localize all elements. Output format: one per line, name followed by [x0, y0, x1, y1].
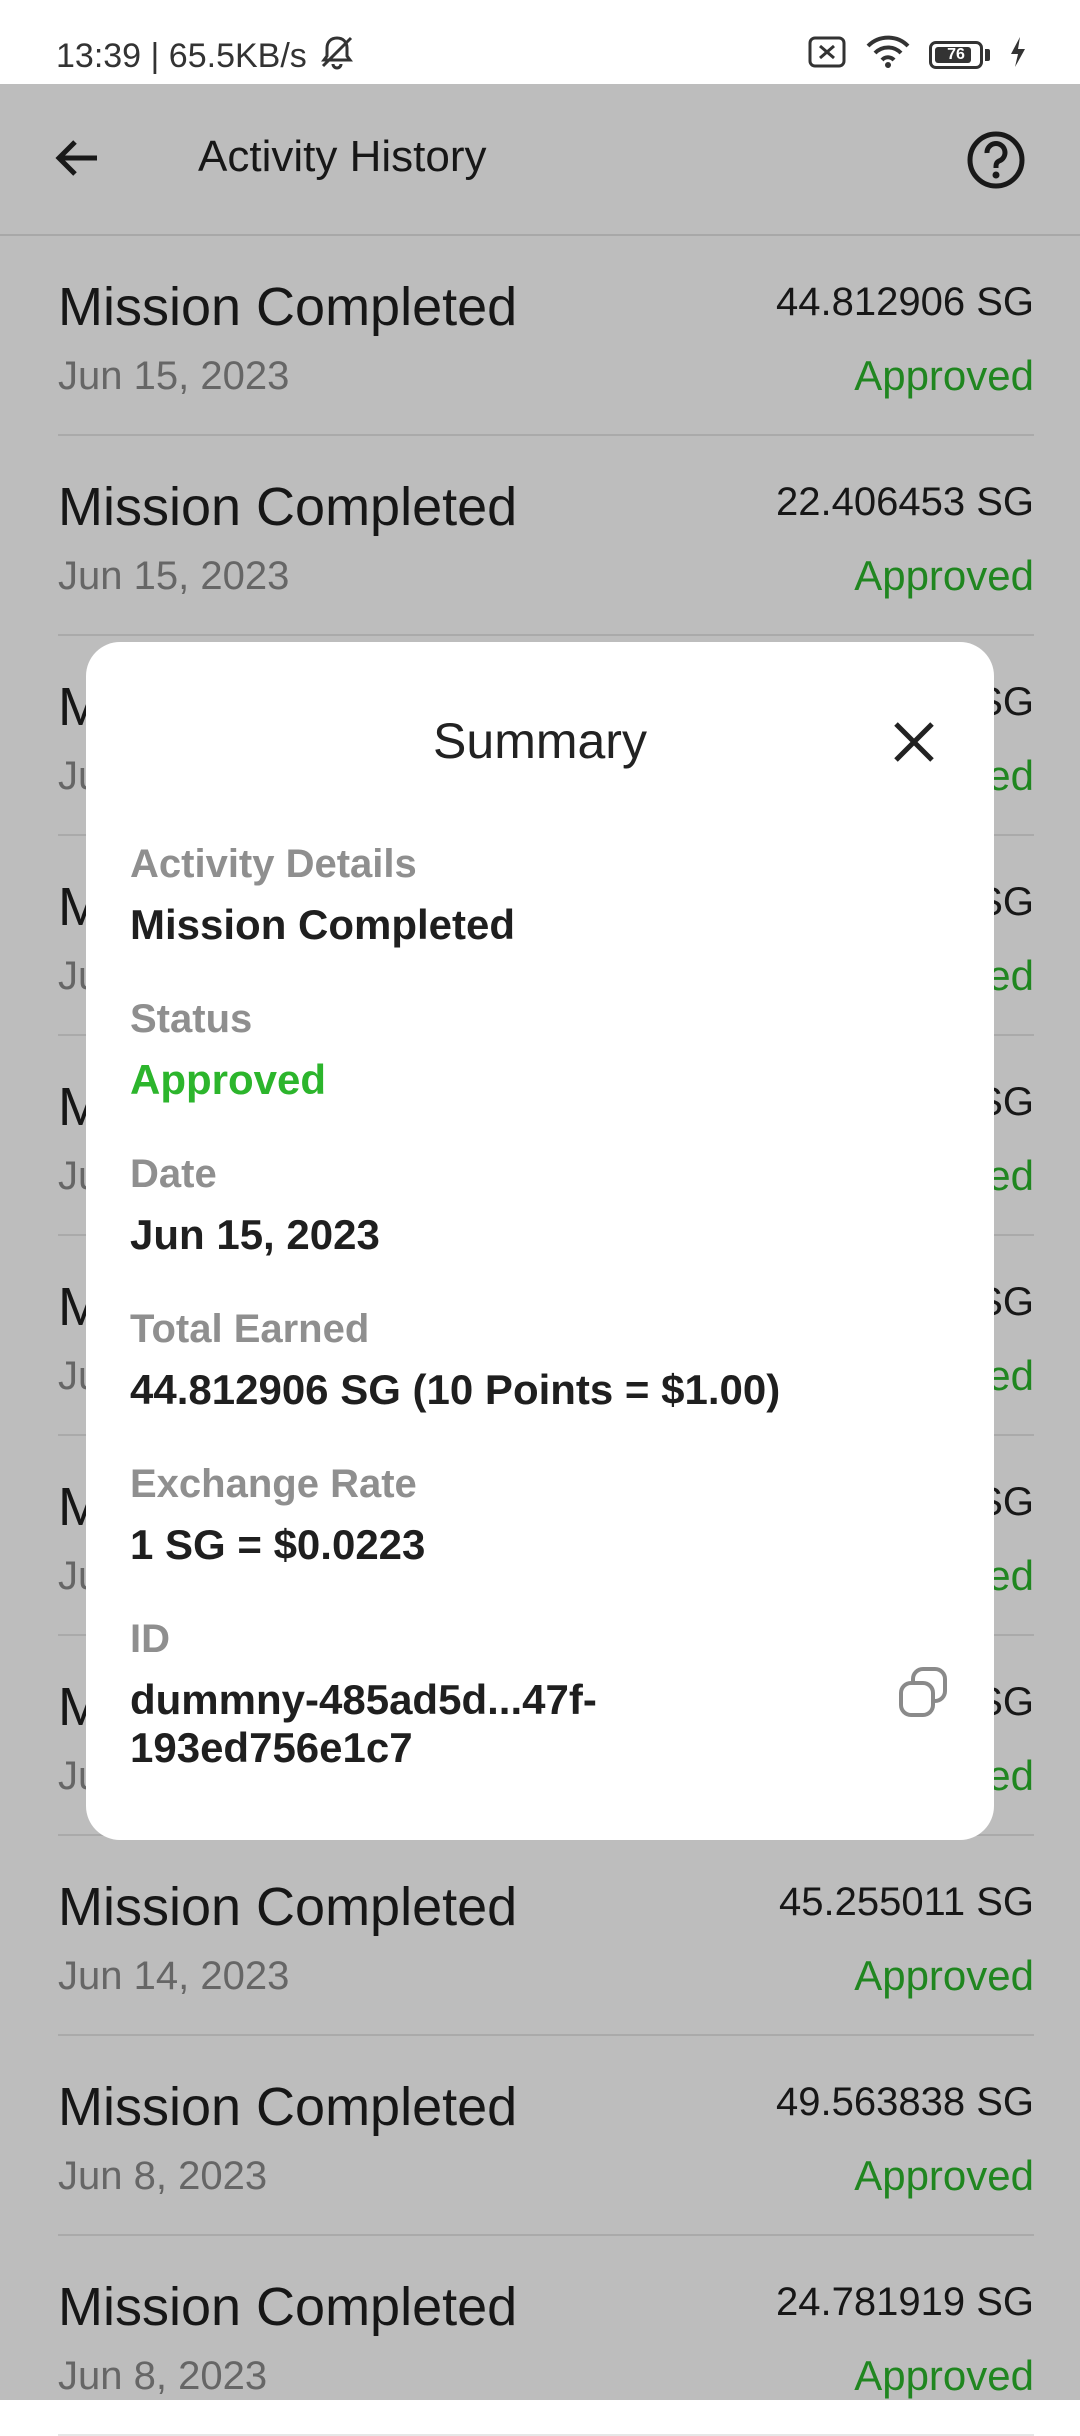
activity-details-value: Mission Completed	[130, 901, 516, 948]
total-earned-value: 44.812906 SG (10 Points = $1.00)	[130, 1366, 781, 1413]
total-earned-label: Total Earned	[130, 1307, 370, 1351]
status-time: 13:39 | 65.5KB/s	[56, 37, 307, 75]
close-button[interactable]	[884, 712, 944, 772]
id-value: dummny-485ad5d...47f-193ed756e1c7	[130, 1676, 597, 1771]
mute-icon	[317, 32, 357, 81]
date-value: Jun 15, 2023	[130, 1211, 380, 1258]
id-field: ID dummny-485ad5d...47f-193ed756e1c7	[130, 1617, 864, 1772]
date-label: Date	[130, 1152, 217, 1196]
status-value: Approved	[130, 1056, 327, 1103]
total-earned-field: Total Earned 44.812906 SG (10 Points = $…	[130, 1307, 954, 1414]
sim-off-icon	[807, 35, 847, 74]
close-icon	[894, 722, 934, 762]
exchange-rate-label: Exchange Rate	[130, 1462, 417, 1506]
dialog-title: Summary	[433, 713, 647, 769]
status-label: Status	[130, 997, 253, 1041]
wifi-icon	[865, 34, 911, 75]
activity-details-label: Activity Details	[130, 842, 417, 886]
summary-dialog: Summary Activity Details Mission Complet…	[86, 642, 994, 1840]
exchange-rate-value: 1 SG = $0.0223	[130, 1521, 426, 1568]
copy-icon	[899, 1667, 947, 1717]
battery-icon: 76	[929, 40, 990, 69]
status-bar: 13:39 | 65.5KB/s 76	[0, 0, 1080, 84]
copy-id-button[interactable]	[892, 1662, 954, 1724]
date-field: Date Jun 15, 2023	[130, 1152, 954, 1259]
id-label: ID	[130, 1617, 170, 1661]
exchange-rate-field: Exchange Rate 1 SG = $0.0223	[130, 1462, 954, 1569]
status-field: Status Approved	[130, 997, 954, 1104]
charging-icon	[1008, 35, 1028, 74]
activity-details-field: Activity Details Mission Completed	[130, 842, 954, 949]
